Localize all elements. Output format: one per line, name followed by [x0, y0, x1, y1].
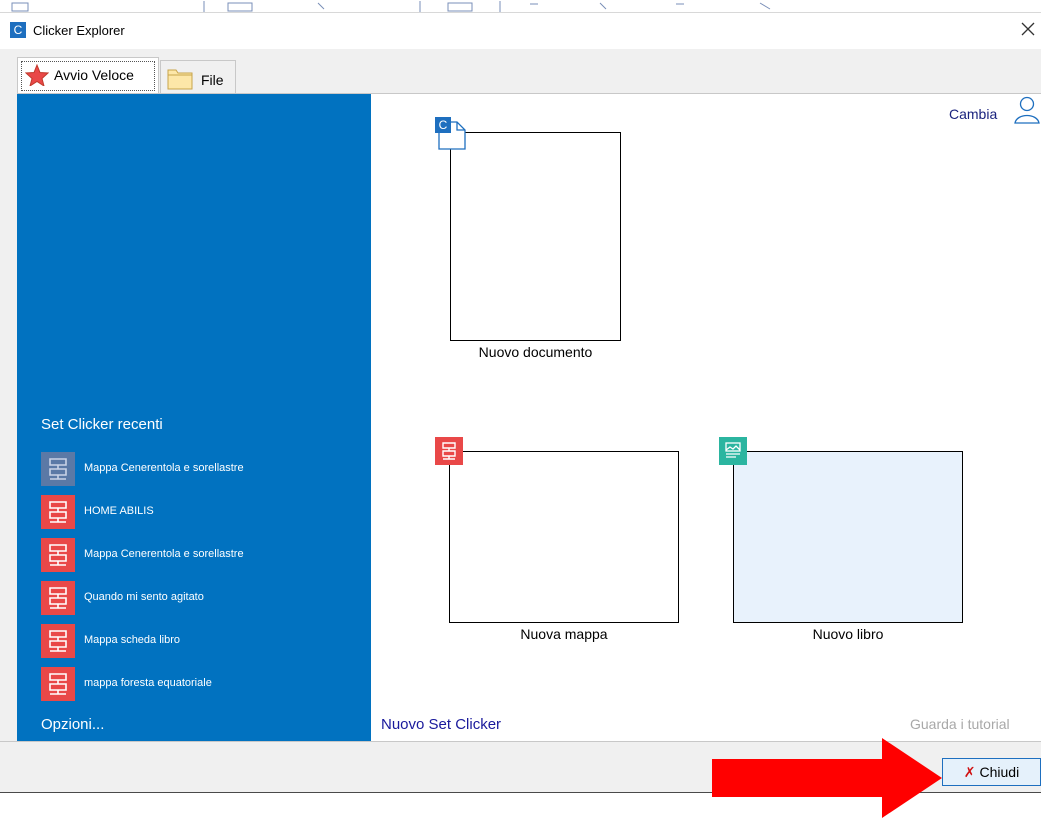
recent-sets-sidebar: Set Clicker recenti Mappa Cenerentola e …: [17, 94, 371, 742]
new-document-preview: [450, 132, 621, 341]
recent-set-item[interactable]: mappa foresta equatoriale: [41, 667, 361, 701]
recent-set-label: mappa foresta equatoriale: [84, 677, 212, 689]
new-clicker-set-link[interactable]: Nuovo Set Clicker: [381, 716, 501, 733]
background-toolbar-glyphs: [11, 1, 771, 12]
app-icon: C: [10, 22, 26, 38]
tab-label: File: [201, 72, 224, 88]
close-button[interactable]: ✗ Chiudi: [942, 758, 1041, 786]
red-arrow-annotation-icon: [712, 738, 942, 818]
new-book-label: Nuovo libro: [812, 626, 884, 642]
clicker-explorer-window: C Clicker Explorer Avvio Veloce File Set…: [0, 0, 1041, 793]
recent-set-label: Mappa Cenerentola e sorellastre: [84, 462, 244, 474]
recent-set-label: Quando mi sento agitato: [84, 591, 204, 603]
map-icon: [41, 495, 75, 529]
close-icon: [1021, 22, 1035, 36]
new-map-tile[interactable]: Nuova mappa: [433, 437, 683, 647]
recent-set-item[interactable]: HOME ABILIS: [41, 495, 361, 529]
tab-label: Avvio Veloce: [54, 67, 134, 83]
map-icon: [41, 667, 75, 701]
recent-set-item[interactable]: Mappa Cenerentola e sorellastre: [41, 452, 361, 486]
recent-sets-heading: Set Clicker recenti: [41, 416, 163, 433]
document-badge: C: [435, 117, 451, 133]
map-icon: [41, 581, 75, 615]
close-window-button[interactable]: [1016, 17, 1040, 41]
tab-avvio-veloce[interactable]: Avvio Veloce: [17, 57, 159, 93]
recent-set-label: HOME ABILIS: [84, 505, 154, 517]
background-toolbar-strip: [0, 0, 1041, 13]
recent-set-item[interactable]: Quando mi sento agitato: [41, 581, 361, 615]
window-title: Clicker Explorer: [33, 23, 125, 38]
close-button-label: Chiudi: [979, 764, 1020, 780]
new-document-label: Nuovo documento: [478, 344, 593, 360]
book-icon: [719, 437, 747, 465]
change-user-label: Cambia: [949, 106, 998, 122]
map-icon: [41, 538, 75, 572]
recent-set-label: Mappa Cenerentola e sorellastre: [84, 548, 244, 560]
new-book-preview: [733, 451, 963, 623]
map-icon: [41, 452, 75, 486]
map-icon: [435, 437, 463, 465]
tab-file[interactable]: File: [160, 60, 236, 93]
recent-set-item[interactable]: Mappa Cenerentola e sorellastre: [41, 538, 361, 572]
change-user-link[interactable]: Cambia: [949, 106, 997, 122]
tutorials-link[interactable]: Guarda i tutorial: [910, 716, 1010, 732]
new-map-label: Nuova mappa: [520, 626, 608, 642]
user-icon[interactable]: [1014, 96, 1040, 124]
star-icon: [25, 64, 49, 86]
new-book-tile[interactable]: Nuovo libro: [717, 437, 967, 647]
title-bar: C Clicker Explorer: [0, 13, 1041, 49]
recent-set-label: Mappa scheda libro: [84, 634, 181, 646]
folder-icon: [167, 69, 193, 90]
recent-set-item[interactable]: Mappa scheda libro: [41, 624, 361, 658]
new-document-tile[interactable]: C Nuovo documento: [435, 114, 625, 364]
close-x-icon: ✗: [963, 764, 976, 780]
new-map-preview: [449, 451, 679, 623]
options-link[interactable]: Opzioni...: [41, 716, 104, 733]
quick-start-panel: Set Clicker recenti Mappa Cenerentola e …: [17, 93, 1041, 742]
map-icon: [41, 624, 75, 658]
